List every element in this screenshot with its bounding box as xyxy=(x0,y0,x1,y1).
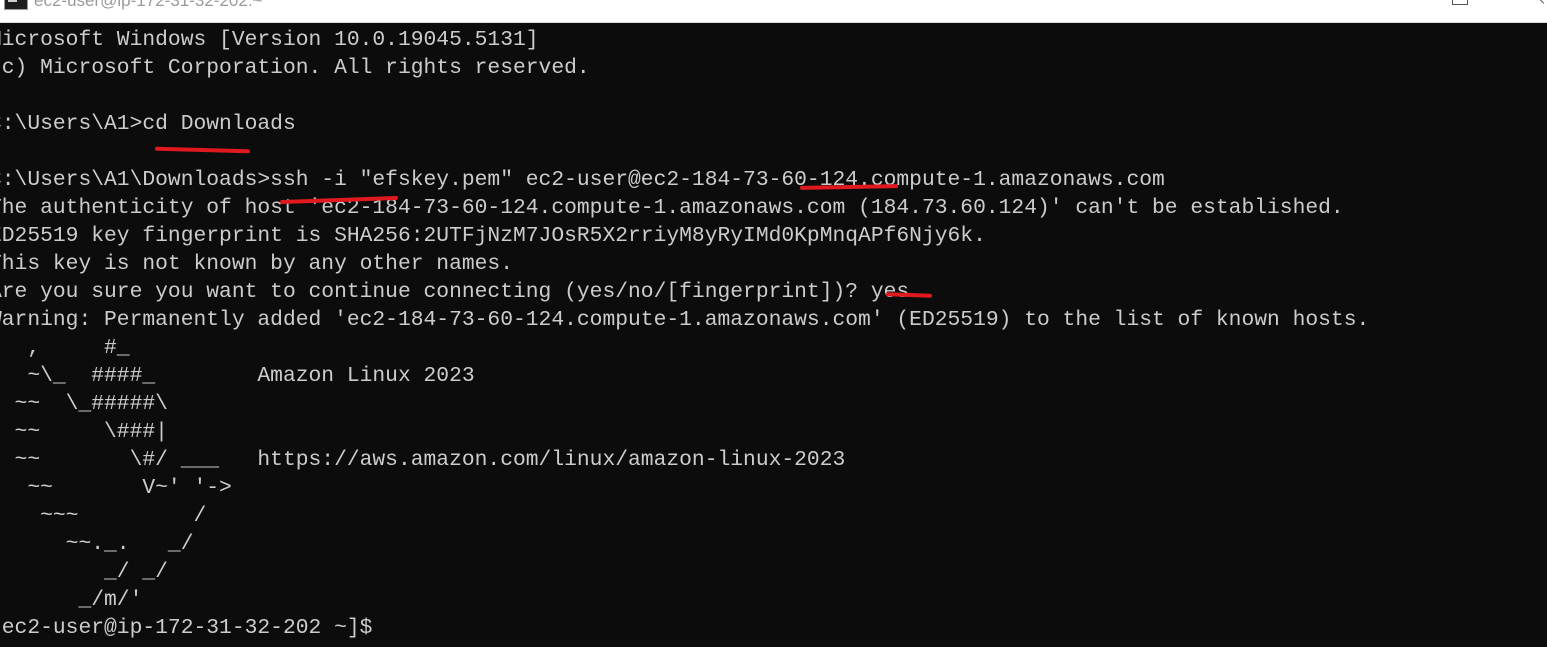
terminal-line: C:\Users\A1>cd Downloads xyxy=(0,112,296,136)
terminal-line: The authenticity of host 'ec2-184-73-60-… xyxy=(0,196,1344,220)
terminal-line: Are you sure you want to continue connec… xyxy=(0,280,910,304)
console-app-icon xyxy=(4,0,28,10)
terminal-line: C:\Users\A1\Downloads>ssh -i "efskey.pem… xyxy=(0,168,1165,192)
maximize-icon[interactable] xyxy=(1452,0,1468,5)
title-bar[interactable]: ec2-user@ip-172-31-32-202:~ xyxy=(0,0,1547,23)
ascii-art-line: ~~ V~' '-> xyxy=(0,476,232,500)
terminal-line: This key is not known by any other names… xyxy=(0,252,513,276)
close-icon[interactable] xyxy=(1530,0,1546,6)
terminal-lines: Microsoft Windows [Version 10.0.19045.51… xyxy=(0,26,1369,642)
ascii-art-line: _/ _/ xyxy=(0,560,168,584)
shell-prompt[interactable]: [ec2-user@ip-172-31-32-202 ~]$ xyxy=(0,614,1369,642)
terminal-window: ec2-user@ip-172-31-32-202:~ Microsoft Wi… xyxy=(0,0,1547,647)
ascii-art-line: ~~ \#/ ___ https://aws.amazon.com/linux/… xyxy=(0,448,846,472)
ascii-art-line: ~\_ ####_ Amazon Linux 2023 xyxy=(0,364,475,388)
ascii-art-line: , #_ xyxy=(0,336,130,360)
ascii-art-line: _/m/' xyxy=(0,588,143,612)
terminal-line: Microsoft Windows [Version 10.0.19045.51… xyxy=(0,28,539,52)
ascii-art-line: ~~ \###| xyxy=(0,420,168,444)
window-title: ec2-user@ip-172-31-32-202:~ xyxy=(34,0,263,10)
ascii-art-line: ~~~ / xyxy=(0,504,207,528)
ascii-art-line: ~~ \_#####\ xyxy=(0,392,168,416)
ascii-art-line: ~~._. _/ xyxy=(0,532,194,556)
terminal-line: ED25519 key fingerprint is SHA256:2UTFjN… xyxy=(0,224,986,248)
terminal-line: (c) Microsoft Corporation. All rights re… xyxy=(0,56,590,80)
terminal-output[interactable]: Microsoft Windows [Version 10.0.19045.51… xyxy=(0,23,1547,647)
terminal-line: Warning: Permanently added 'ec2-184-73-6… xyxy=(0,308,1370,332)
